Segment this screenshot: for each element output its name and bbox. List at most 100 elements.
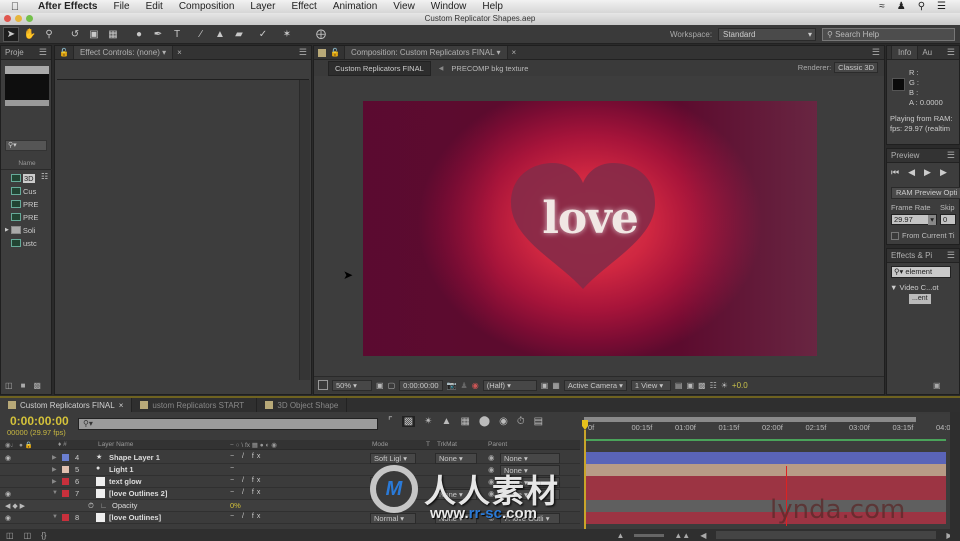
panel-menu-icon[interactable]: ☰ [947, 250, 955, 261]
menu-edit[interactable]: Edit [138, 1, 171, 12]
current-time-field[interactable]: 0:00:00:00 [399, 379, 443, 391]
stopwatch-icon[interactable]: ⏱ [517, 416, 525, 427]
eraser-tool-icon[interactable]: ▰ [231, 27, 247, 42]
time-ruler[interactable]: 0f 00:15f 01:00f 01:15f 02:00f 02:15f 03:00f 03… [580, 423, 957, 437]
effects-category[interactable]: ▼ Video C...ot [890, 283, 939, 292]
next-frame-icon[interactable]: ▶ [940, 167, 947, 178]
work-area-bar[interactable] [584, 417, 916, 422]
panel-menu-icon[interactable]: ☰ [39, 47, 47, 58]
menu-file[interactable]: File [105, 1, 137, 12]
expand-arrow-icon[interactable]: ▶ [52, 478, 57, 485]
panel-menu-icon[interactable]: ☰ [947, 47, 955, 58]
search-help-input[interactable]: ⚲ Search Help [822, 28, 955, 41]
blend-mode-select[interactable]: Soft Ligl ▾ [370, 453, 416, 464]
visibility-toggle[interactable] [5, 478, 7, 485]
pan-behind-tool-icon[interactable]: ▦ [105, 27, 121, 42]
blend-mode-select[interactable]: Normal ▾ [370, 513, 416, 524]
ram-preview-options[interactable]: RAM Preview Opti [891, 187, 960, 199]
close-tab-icon[interactable]: × [119, 401, 124, 410]
layer-switches[interactable]: − [230, 465, 237, 472]
magnification-select[interactable]: 50% ▾ [332, 379, 372, 391]
safe-margins-icon[interactable]: ▣ [376, 381, 384, 390]
label-color-swatch[interactable] [62, 454, 69, 461]
camera-select[interactable]: Active Camera ▾ [563, 379, 627, 391]
project-item[interactable]: 3D [11, 172, 41, 184]
previous-frame-icon[interactable]: ◀ [908, 167, 915, 178]
pen-tool-icon[interactable]: ✒ [150, 27, 166, 42]
hand-tool-icon[interactable]: ✋ [22, 27, 38, 42]
zoom-in-icon[interactable]: ▲▲ [674, 531, 690, 540]
lock-icon[interactable]: 🔓 [330, 48, 340, 57]
layer-switches[interactable]: − / fx [230, 513, 263, 520]
timeline-horizontal-scrollbar[interactable] [716, 531, 937, 539]
channel-icon[interactable]: ◉ [472, 381, 479, 390]
new-preset-icon[interactable]: ▣ [933, 381, 941, 390]
label-color-swatch[interactable] [62, 514, 69, 521]
camera-tool-icon[interactable]: ▣ [86, 27, 102, 42]
type-tool-icon[interactable]: T [169, 27, 185, 42]
expand-arrow-icon[interactable]: ▼ [890, 283, 897, 292]
new-folder-icon[interactable]: ■ [21, 381, 26, 390]
play-icon[interactable]: ▶ [924, 167, 931, 178]
renderer-button[interactable]: Classic 3D [834, 62, 878, 73]
wifi-icon[interactable]: ≈ [879, 1, 885, 12]
new-composition-icon[interactable]: ▩ [33, 381, 41, 390]
region-of-interest-icon[interactable]: ▣ [541, 381, 549, 390]
effects-search-input[interactable]: ⚲▾ element [891, 266, 951, 278]
snapshot-icon[interactable]: 📷 [447, 381, 457, 390]
timeline-search-input[interactable]: ⚲▾ [78, 418, 378, 430]
panel-menu-icon[interactable]: ☰ [872, 47, 880, 58]
property-value[interactable]: 0% [230, 501, 241, 510]
layer-row[interactable]: ◉ ▶ 4 ★ Shape Layer 1 − / fx Soft Ligl ▾ None ▾… [0, 452, 580, 464]
toggle-modes-icon[interactable]: ◫ [24, 531, 32, 540]
zoom-tool-icon[interactable]: ⚲ [41, 27, 57, 42]
keyframe-nav-icon[interactable]: ◀ ◆ ▶ [5, 502, 25, 510]
composition-viewer[interactable]: love [363, 101, 817, 356]
user-icon[interactable]: ♟ [897, 1, 906, 12]
checkbox[interactable] [891, 232, 899, 241]
graph-editor-icon[interactable]: ▤ [534, 416, 543, 427]
effect-controls-tab[interactable]: Effect Controls: (none) ▾ [72, 46, 174, 59]
project-item[interactable]: PRE [11, 198, 41, 210]
skip-field[interactable]: 0 [940, 214, 956, 225]
minimize-window-button[interactable] [15, 15, 22, 22]
frame-blending-icon[interactable]: ▲ [442, 416, 452, 427]
panel-menu-icon[interactable]: ☰ [299, 47, 307, 58]
menu-help[interactable]: Help [474, 1, 511, 12]
layer-name[interactable]: text glow [109, 477, 142, 486]
comp-mini-flowchart-icon[interactable]: ⌜ [388, 416, 393, 427]
selection-tool-icon[interactable]: ➤ [3, 26, 19, 42]
project-item[interactable]: ustc [11, 237, 41, 249]
close-tab-icon[interactable]: × [177, 48, 182, 57]
zoom-out-icon[interactable]: ▲ [616, 531, 624, 540]
scroll-left-icon[interactable]: ◀ [700, 531, 706, 540]
menu-window[interactable]: Window [423, 1, 475, 12]
preview-tab[interactable]: Preview [891, 151, 919, 160]
clone-stamp-tool-icon[interactable]: ▲ [212, 27, 228, 42]
project-tab[interactable]: Proje [5, 48, 24, 57]
label-color-swatch[interactable] [62, 490, 69, 497]
workspace-select[interactable]: Standard ▾ [718, 28, 816, 41]
expand-arrow-icon[interactable]: ▼ [52, 490, 58, 496]
menu-composition[interactable]: Composition [171, 1, 243, 12]
menu-animation[interactable]: Animation [325, 1, 385, 12]
breadcrumb-item[interactable]: PRECOMP bkg texture [451, 64, 528, 73]
puppet-pin-tool-icon[interactable]: ✶ [279, 27, 295, 42]
visibility-toggle[interactable] [5, 466, 7, 473]
resolution-select[interactable]: (Half) ▾ [482, 379, 537, 391]
timeline-tab[interactable]: ustom Replicators START [132, 398, 258, 412]
info-tab[interactable]: Info [891, 46, 919, 59]
layer-switches[interactable]: − / fx [230, 477, 263, 484]
timeline-zoom-slider[interactable] [634, 533, 665, 537]
close-tab-icon[interactable]: × [512, 48, 517, 57]
timeline-tab[interactable]: 3D Object Shape [257, 398, 348, 412]
zoom-window-button[interactable] [26, 15, 33, 22]
first-frame-icon[interactable]: ⏮ [891, 167, 899, 178]
lock-icon[interactable]: 🔓 [59, 48, 69, 57]
parent-header[interactable]: Parent [488, 441, 507, 448]
timeline-tab[interactable]: Custom Replicators FINAL × [0, 398, 133, 412]
stopwatch-icon[interactable]: ⏱ [88, 501, 97, 510]
local-axis-mode-icon[interactable]: ⨁ [313, 27, 329, 42]
always-preview-icon[interactable] [318, 380, 328, 390]
toggle-pixel-aspect-icon[interactable]: ▤ [675, 381, 683, 390]
